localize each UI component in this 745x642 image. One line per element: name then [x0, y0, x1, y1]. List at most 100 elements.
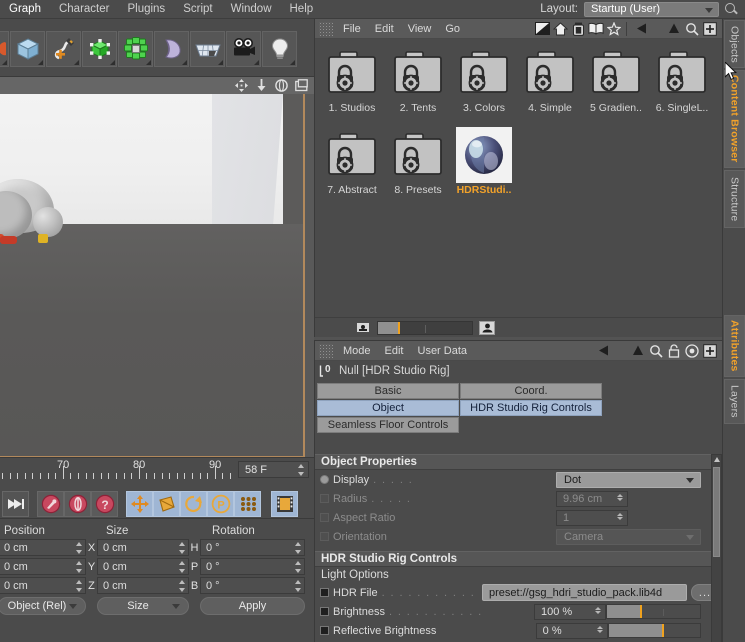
tab-basic[interactable]: Basic — [317, 383, 459, 399]
size-z-field[interactable]: 0 cm — [97, 577, 189, 594]
up-arrow-icon[interactable] — [666, 21, 682, 37]
favorites-star-icon[interactable] — [606, 21, 622, 37]
position-x-field[interactable]: 0 cm — [0, 539, 86, 556]
up-arrow-icon[interactable] — [630, 343, 646, 359]
maximize-icon[interactable] — [295, 79, 308, 92]
coord-mode-select[interactable]: Object (Rel) — [0, 597, 86, 615]
attributes-body[interactable]: Object Properties Display . . . . . Dot … — [315, 454, 723, 642]
param-key-button[interactable]: P — [207, 490, 234, 517]
dolly-icon[interactable] — [255, 79, 268, 92]
reflective-brightness-slider[interactable] — [607, 623, 702, 638]
position-y-field[interactable]: 0 cm — [0, 558, 86, 575]
primitive-cube-button[interactable] — [10, 30, 45, 67]
content-browser-item[interactable]: 1. Studios — [319, 45, 385, 127]
camera-button[interactable] — [226, 30, 261, 67]
home-icon[interactable] — [552, 21, 568, 37]
spline-pen-button[interactable] — [46, 30, 81, 67]
brightness-slider-marker[interactable] — [639, 605, 642, 618]
timeline-button[interactable] — [271, 490, 298, 517]
cb-menu-go[interactable]: Go — [438, 20, 467, 38]
coord-size-select[interactable]: Size — [97, 597, 189, 615]
content-browser-item[interactable]: 5 Gradien.. — [583, 45, 649, 127]
cb-menu-edit[interactable]: Edit — [368, 20, 401, 38]
mograph-button[interactable] — [118, 30, 153, 67]
new-icon[interactable] — [702, 343, 718, 359]
undo-button[interactable] — [0, 30, 9, 67]
cb-menu-file[interactable]: File — [336, 20, 368, 38]
frame-stepper[interactable] — [297, 464, 304, 476]
attr-menu-mode[interactable]: Mode — [336, 342, 378, 360]
sidebar-tab-layers[interactable]: Layers — [724, 379, 745, 424]
menu-character[interactable]: Character — [50, 0, 119, 18]
cb-menu-view[interactable]: View — [401, 20, 439, 38]
preview-toggle-icon[interactable] — [534, 21, 550, 37]
menu-script[interactable]: Script — [174, 0, 221, 18]
sidebar-tab-content-browser[interactable]: Content Browser — [724, 70, 745, 168]
attributes-scrollbar[interactable] — [711, 454, 722, 642]
lock-icon[interactable] — [666, 343, 682, 359]
goto-end-button[interactable] — [2, 490, 29, 517]
light-button[interactable] — [262, 30, 297, 67]
display-animation-dot-icon[interactable] — [320, 475, 329, 484]
slider-marker[interactable] — [398, 321, 400, 334]
reflective-brightness-animation-dot-icon[interactable] — [320, 626, 329, 635]
radius-animation-dot-icon[interactable] — [320, 494, 329, 503]
timeline-ruler[interactable]: 70 80 90 — [0, 458, 234, 488]
layout-select[interactable]: Startup (User) — [584, 1, 719, 17]
nurbs-button[interactable] — [82, 30, 117, 67]
new-folder-icon[interactable] — [702, 21, 718, 37]
search-icon[interactable] — [723, 1, 739, 17]
target-icon[interactable] — [684, 343, 700, 359]
content-browser-item[interactable]: 7. Abstract — [319, 127, 385, 209]
brightness-slider[interactable] — [606, 604, 701, 619]
rotate-icon[interactable] — [275, 79, 288, 92]
current-frame-field[interactable]: 58 F — [238, 461, 309, 478]
aspect-ratio-animation-dot-icon[interactable] — [320, 513, 329, 522]
deformer-button[interactable] — [154, 30, 189, 67]
menu-window[interactable]: Window — [222, 0, 281, 18]
viewport[interactable] — [0, 77, 314, 458]
timeline-bar[interactable]: 70 80 90 58 F — [0, 458, 314, 489]
display-select[interactable]: Dot — [556, 471, 701, 488]
rotation-h-field[interactable]: 0 ° — [200, 539, 305, 556]
size-x-field[interactable]: 0 cm — [97, 539, 189, 556]
reflective-brightness-field[interactable]: 0 % — [535, 622, 608, 639]
brightness-field[interactable]: 100 % — [534, 603, 606, 620]
library-icon[interactable] — [588, 21, 604, 37]
rotation-p-field[interactable]: 0 ° — [200, 558, 305, 575]
position-z-field[interactable]: 0 cm — [0, 577, 86, 594]
size-y-field[interactable]: 0 cm — [97, 558, 189, 575]
tab-object[interactable]: Object — [317, 400, 459, 416]
sidebar-tab-objects[interactable]: Objects — [724, 20, 745, 68]
search-icon[interactable] — [684, 21, 700, 37]
back-arrow-icon[interactable] — [634, 21, 650, 37]
record-active-objects-button[interactable] — [37, 490, 64, 517]
reflective-brightness-slider-marker[interactable] — [661, 624, 664, 637]
thumbnail-size-slider[interactable] — [377, 320, 473, 335]
content-browser-item[interactable]: 8. Presets — [385, 127, 451, 209]
pla-key-button[interactable] — [234, 490, 261, 517]
tab-coord[interactable]: Coord. — [460, 383, 602, 399]
apply-button[interactable]: Apply — [200, 597, 305, 615]
scale-key-button[interactable] — [153, 490, 180, 517]
content-browser-item[interactable]: 3. Colors — [451, 45, 517, 127]
sidebar-tab-structure[interactable]: Structure — [724, 170, 745, 228]
position-key-button[interactable] — [126, 490, 153, 517]
presets-icon[interactable] — [570, 21, 586, 37]
scrollbar-thumb[interactable] — [713, 467, 720, 557]
content-browser-item[interactable]: 6. SingleL.. — [649, 45, 715, 127]
orientation-animation-dot-icon[interactable] — [320, 532, 329, 541]
tab-hdr-studio-rig-controls[interactable]: HDR Studio Rig Controls — [460, 400, 602, 416]
rotation-b-field[interactable]: 0 ° — [200, 577, 305, 594]
back-arrow-icon[interactable] — [596, 343, 612, 359]
hdr-file-input[interactable]: preset://gsg_hdri_studio_pack.lib4d — [482, 584, 687, 601]
tab-seamless-floor-controls[interactable]: Seamless Floor Controls — [317, 417, 459, 433]
content-browser-item[interactable]: 4. Simple — [517, 45, 583, 127]
keyframe-selection-button[interactable]: ? — [91, 490, 118, 517]
search-icon[interactable] — [648, 343, 664, 359]
menu-graph[interactable]: Graph — [0, 0, 50, 18]
brightness-animation-dot-icon[interactable] — [320, 607, 329, 616]
pan-icon[interactable] — [235, 79, 248, 92]
autokeying-button[interactable] — [64, 490, 91, 517]
menu-plugins[interactable]: Plugins — [118, 0, 174, 18]
